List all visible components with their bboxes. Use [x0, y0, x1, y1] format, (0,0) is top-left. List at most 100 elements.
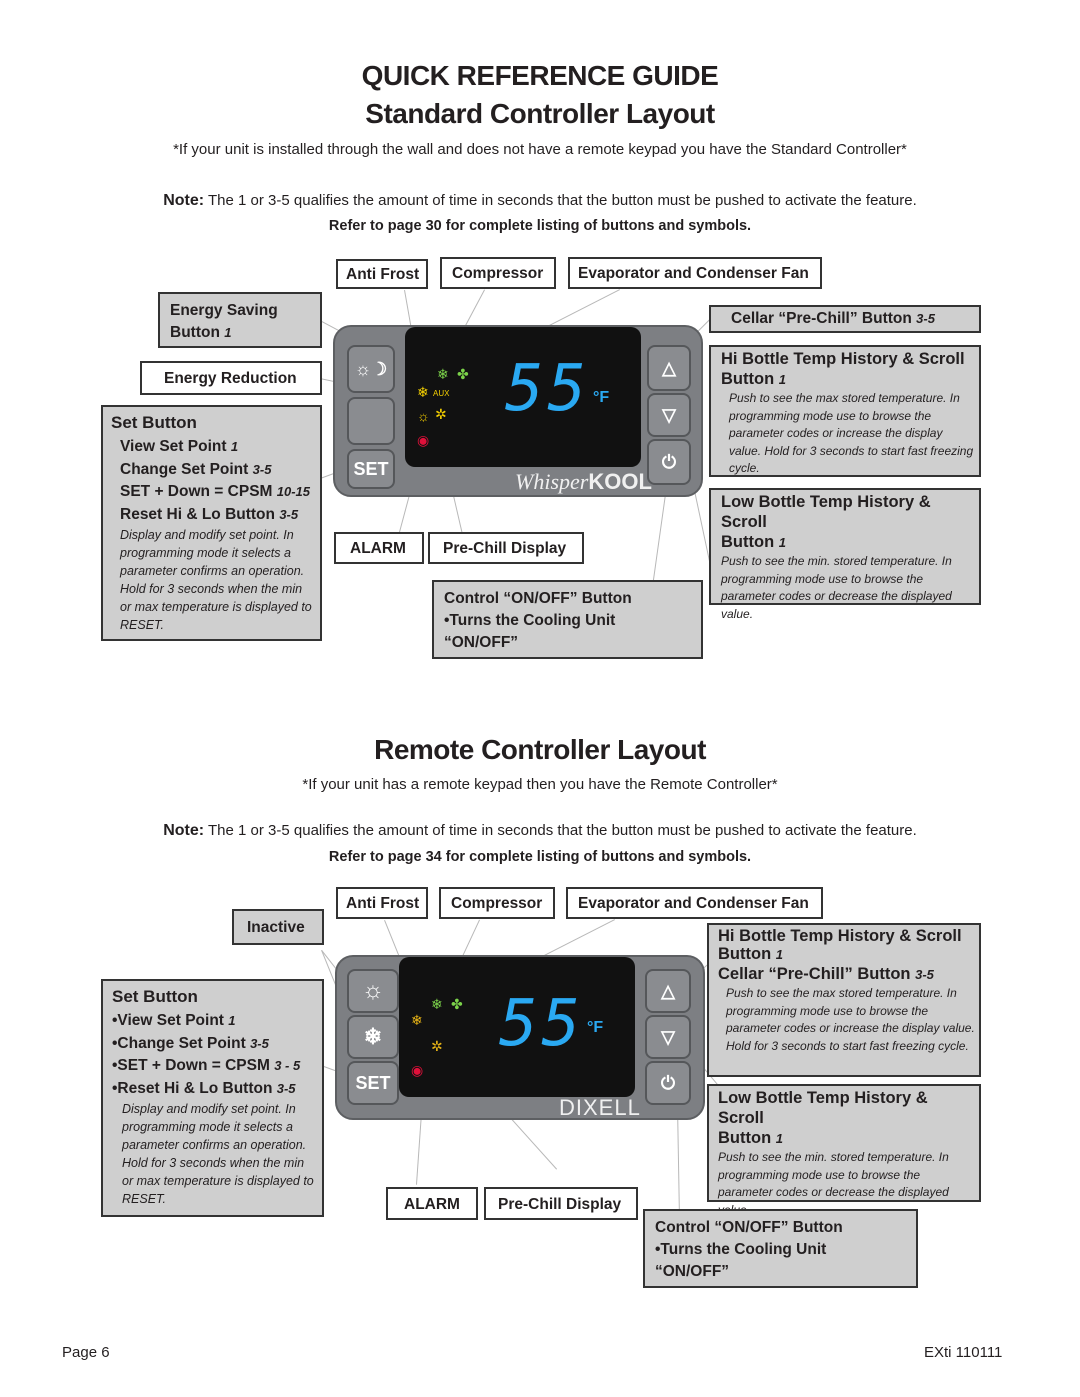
compressor-icon: ❄: [437, 366, 449, 382]
standard-section-title: Standard Controller Layout: [365, 98, 715, 129]
document-id: EXti 110111: [924, 1344, 1003, 1361]
set-item-label: •View Set Point: [112, 1012, 224, 1029]
display-screen: ❄ AUX ☼ ✲ ◉ ❄ ✤ 55 °F: [405, 327, 641, 467]
compressor-icon: ❄: [431, 996, 443, 1012]
note-text: The 1 or 3-5 qualifies the amount of tim…: [204, 822, 917, 839]
power-key[interactable]: ⏻: [647, 439, 691, 485]
set-item-time: 3-5: [276, 1080, 296, 1096]
brand-logo-a: Whisper: [515, 469, 589, 494]
hi-bottle-time: 1: [778, 372, 786, 387]
remote-note: Note: The 1 or 3-5 qualifies the amount …: [0, 822, 1080, 840]
set-item-time: 10-15: [276, 484, 311, 499]
fan-icon: ✤: [457, 366, 469, 382]
onoff-line2: •Turns the Cooling Unit: [655, 1241, 827, 1258]
defrost-key[interactable]: ❄: [347, 1015, 399, 1059]
energy-reduction-key[interactable]: [347, 397, 395, 445]
label-evaporator-fan: Evaporator and Condenser Fan: [566, 887, 823, 919]
set-item-time: 3-5: [250, 1035, 269, 1051]
label-alarm: ALARM: [334, 532, 424, 564]
set-button-title: Set Button: [112, 987, 198, 1006]
onoff-line3: “ON/OFF”: [655, 1263, 730, 1280]
energy-saving-line2: Button: [170, 324, 220, 341]
hi-bottle-cellar-prechill: Cellar “Pre-Chill” Button: [718, 965, 911, 983]
low-bottle-time: 1: [775, 1131, 783, 1146]
onoff-line1: Control “ON/OFF” Button: [444, 590, 632, 607]
down-arrow-icon: ▽: [662, 404, 676, 425]
label-alarm: ALARM: [386, 1187, 478, 1220]
prechill-indicator-icon: ✲: [431, 1038, 443, 1054]
set-button-desc: Display and modify set point. In program…: [122, 1102, 314, 1206]
set-button-title: Set Button: [111, 413, 197, 432]
set-button-desc: Display and modify set point. In program…: [120, 528, 312, 632]
label-energy-saving-button: Energy Saving Button 1: [158, 292, 322, 348]
label-evaporator-fan: Evaporator and Condenser Fan: [568, 257, 822, 289]
anti-frost-icon: ❄: [411, 1012, 423, 1028]
sun-moon-icon: ☼☽: [354, 358, 388, 379]
hi-bottle-title: Hi Bottle Temp History & Scroll: [721, 350, 965, 368]
energy-saving-key[interactable]: ☼☽: [347, 345, 395, 393]
set-item-label: •Reset Hi & Lo Button: [112, 1079, 273, 1097]
power-icon: ⏻: [660, 1072, 676, 1093]
low-bottle-title: Low Bottle Temp History & Scroll: [718, 1089, 928, 1127]
cellar-prechill-text: Cellar “Pre-Chill” Button: [731, 310, 912, 327]
label-cellar-prechill: Cellar “Pre-Chill” Button 3-5: [709, 305, 981, 333]
hi-bottle-info-box: Hi Bottle Temp History & Scroll Button 1…: [707, 923, 981, 1077]
set-item-time: 1: [228, 1013, 236, 1028]
prechill-indicator-icon: ✲: [435, 406, 447, 422]
label-prechill-display: Pre-Chill Display: [428, 532, 584, 564]
low-bottle-desc: Push to see the min. stored temperature.…: [721, 554, 952, 621]
up-arrow-icon: △: [662, 357, 676, 378]
alarm-icon: ◉: [417, 432, 430, 448]
note-text: The 1 or 3-5 qualifies the amount of tim…: [204, 192, 917, 209]
light-bulb-icon: ☼: [362, 977, 384, 1004]
energy-saving-line1: Energy Saving: [170, 302, 278, 319]
power-icon: ⏻: [661, 451, 677, 472]
hi-bottle-cellar-time: 3-5: [915, 967, 934, 982]
label-compressor: Compressor: [439, 887, 555, 919]
temperature-display: 55: [505, 352, 591, 426]
hi-bottle-title2: Button: [718, 945, 772, 963]
hi-bottle-time: 1: [775, 947, 783, 962]
energy-saving-indicator-icon: ☼: [417, 408, 430, 424]
remote-intro: *If your unit has a remote keypad then y…: [302, 776, 778, 793]
light-key[interactable]: ☼: [347, 969, 399, 1013]
brand-logo: WhisperKOOL: [515, 469, 652, 495]
set-item-label: •SET + Down = CPSM: [112, 1057, 270, 1074]
remote-controller: ☼ ❄ SET ❄ ✲ ◉ ❄ ✤ 55 °F DIXELL △ ▽ ⏻: [335, 955, 705, 1120]
down-key[interactable]: ▽: [647, 393, 691, 437]
brand-logo-b: KOOL: [588, 469, 652, 494]
set-button-info-box: Set Button View Set Point 1 Change Set P…: [101, 405, 322, 641]
set-item-time: 1: [230, 439, 239, 454]
unit-indicator: °F: [587, 1019, 604, 1036]
set-key[interactable]: SET: [347, 449, 395, 489]
standard-controller: ☼☽ SET ❄ AUX ☼ ✲ ◉ ❄ ✤ 55 °F WhisperKOOL…: [333, 325, 703, 497]
hi-bottle-desc: Push to see the max stored temperature. …: [726, 986, 975, 1053]
set-item-label: View Set Point: [120, 438, 227, 455]
onoff-info-box: Control “ON/OFF” Button •Turns the Cooli…: [643, 1209, 918, 1288]
standard-intro: *If your unit is installed through the w…: [173, 141, 907, 158]
label-anti-frost: Anti Frost: [336, 887, 428, 919]
down-arrow-icon: ▽: [661, 1026, 675, 1047]
page-number: Page 6: [62, 1344, 110, 1361]
set-button-info-box: Set Button •View Set Point 1 •Change Set…: [101, 979, 324, 1217]
set-item-label: Change Set Point: [120, 460, 249, 478]
power-key[interactable]: ⏻: [645, 1061, 691, 1105]
onoff-info-box: Control “ON/OFF” Button •Turns the Cooli…: [432, 580, 703, 659]
label-compressor: Compressor: [440, 257, 556, 289]
cellar-prechill-time: 3-5: [916, 311, 935, 326]
low-bottle-title2: Button: [721, 533, 775, 551]
hi-bottle-title: Hi Bottle Temp History & Scroll: [718, 927, 962, 945]
up-key[interactable]: △: [645, 969, 691, 1013]
set-item-label: SET + Down = CPSM: [120, 483, 273, 500]
up-key[interactable]: △: [647, 345, 691, 391]
temperature-display: 55: [499, 987, 585, 1061]
down-key[interactable]: ▽: [645, 1015, 691, 1059]
note-label: Note:: [163, 822, 205, 839]
low-bottle-info-box: Low Bottle Temp History & Scroll Button …: [709, 488, 981, 621]
unit-indicator: °F: [593, 389, 610, 406]
low-bottle-time: 1: [778, 535, 786, 550]
alarm-icon: ◉: [411, 1062, 424, 1078]
standard-note: Note: The 1 or 3-5 qualifies the amount …: [0, 192, 1080, 210]
anti-frost-icon: ❄: [417, 384, 429, 400]
set-key[interactable]: SET: [347, 1061, 399, 1105]
